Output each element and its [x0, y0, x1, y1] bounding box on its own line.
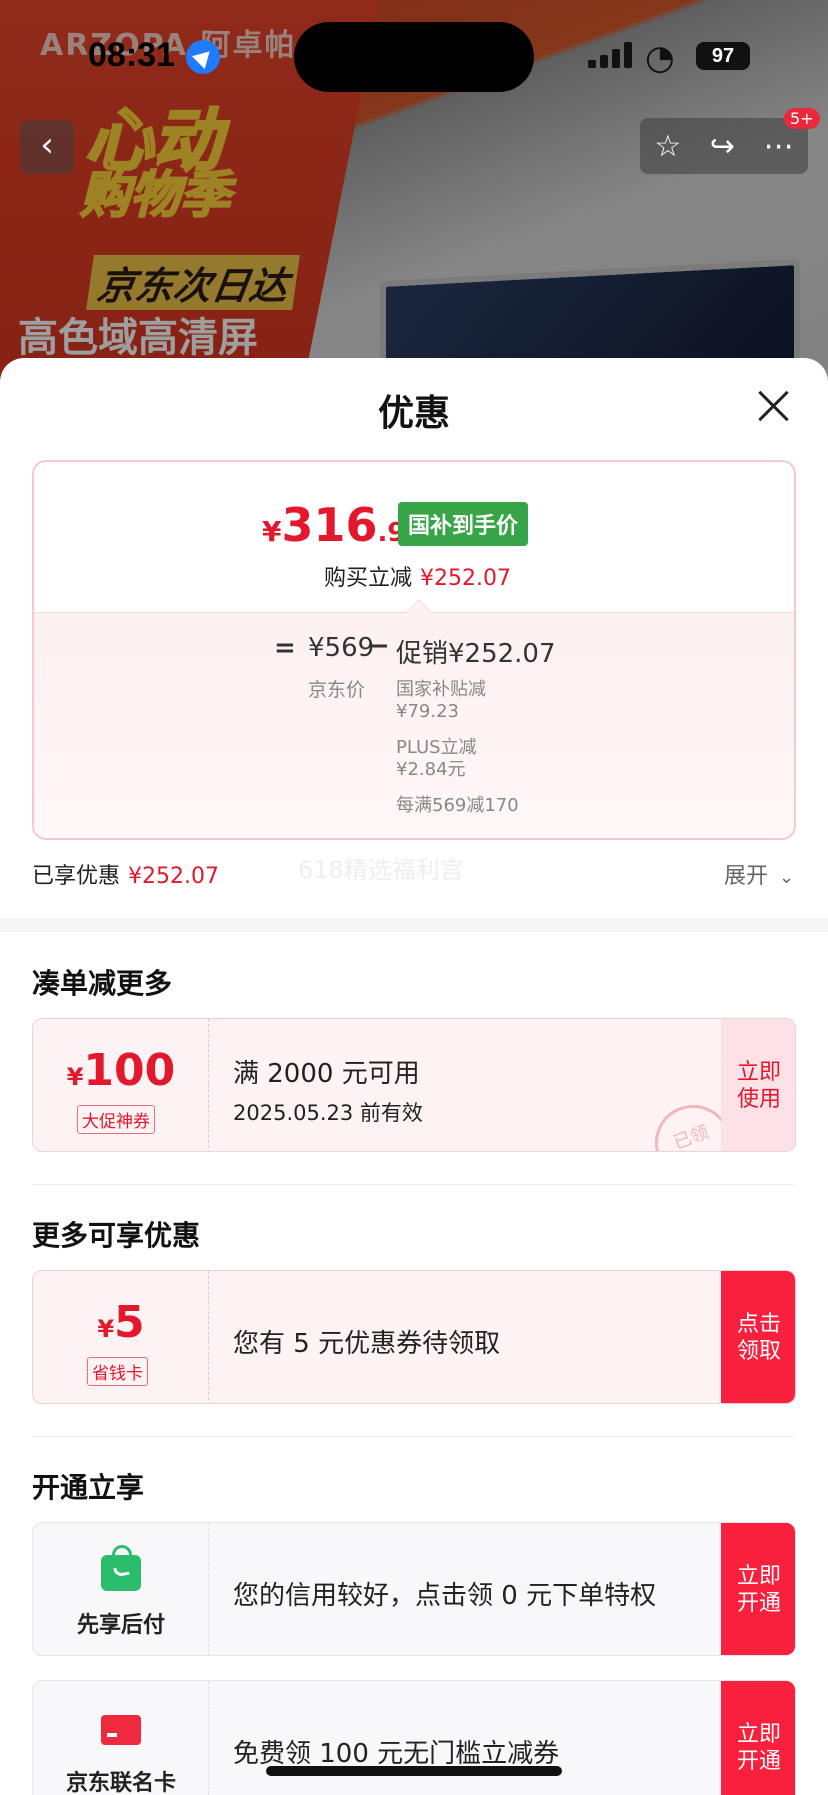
enjoyed-discount: 已享优惠 ¥252.07: [32, 858, 219, 890]
price-breakdown: = ¥569 京东价 − 促销¥252.07 国家补贴减 ¥79.23 PLUS…: [34, 599, 794, 838]
discount-sheet: 优惠 ¥316.93 国补到手价 购买立减¥252.07 = ¥569 京东价 …: [0, 358, 828, 1795]
instant-discount-line: 购买立减 ¥252.07: [324, 560, 511, 592]
open-card-pay-later: 先享后付 您的信用较好，点击领 0 元下单特权 立即 开通: [32, 1522, 796, 1656]
detail-full-reduction: 每满569减170: [396, 795, 519, 817]
coupon-amount: ¥5: [33, 1297, 209, 1348]
equals-sign: =: [274, 633, 296, 663]
close-icon[interactable]: [756, 388, 792, 424]
divider: [32, 1436, 796, 1437]
detail-plus-discount: PLUS立减 ¥2.84元: [396, 737, 477, 781]
divider: [32, 1184, 796, 1185]
location-icon: [186, 40, 220, 74]
open-card-co-branded: 京东联名卡 免费领 100 元无门槛立减券 立即 开通: [32, 1680, 796, 1795]
section-divider: [0, 918, 828, 932]
chevron-down-icon: ⌄: [779, 867, 795, 888]
chevron-left-icon: ‹: [40, 125, 54, 165]
detail-name: 每满569减170: [396, 795, 519, 816]
use-now-button[interactable]: 立即 使用: [721, 1019, 795, 1151]
jd-price: ¥569: [308, 633, 375, 663]
coupon-card-5: ¥5 省钱卡 您有 5 元优惠券待领取 点击 领取: [32, 1270, 796, 1404]
coupon-type-tag: 大促神券: [77, 1105, 155, 1134]
service-area: 京东联名卡: [33, 1681, 209, 1795]
service-label: 京东联名卡: [65, 1771, 176, 1795]
share-icon[interactable]: ↪: [710, 129, 735, 164]
currency-symbol: ¥: [66, 1063, 84, 1091]
coupon-condition: 满 2000 元可用: [233, 1059, 420, 1089]
coupon-value-area: ¥100 大促神券: [33, 1019, 209, 1151]
claim-button[interactable]: 点击 领取: [721, 1271, 795, 1403]
service-description: 免费领 100 元无门槛立减券: [233, 1739, 560, 1769]
activate-button[interactable]: 立即 开通: [721, 1523, 795, 1655]
minus-sign: −: [368, 631, 390, 661]
star-icon[interactable]: ☆: [654, 129, 681, 164]
credit-card-icon: [101, 1709, 141, 1749]
nav-actions: ☆ ↪ ⋯: [640, 118, 808, 174]
enjoyed-label: 已享优惠: [32, 864, 121, 889]
expand-label: 展开: [724, 864, 769, 889]
section-title-open: 开通立享: [32, 1471, 145, 1504]
instant-discount-label: 购买立减: [324, 566, 413, 591]
watermark-text: 618精选福利宫: [298, 856, 464, 884]
coupon-value: 5: [114, 1297, 145, 1348]
service-area: 先享后付: [33, 1523, 209, 1655]
currency-symbol: ¥: [262, 515, 282, 548]
section-title-combine: 凑单减更多: [32, 967, 173, 1000]
wifi-icon: ◔: [645, 38, 675, 78]
final-price-area: ¥316.93 国补到手价 购买立减¥252.07: [34, 462, 794, 612]
instant-discount-amount: ¥252.07: [420, 566, 511, 591]
service-label: 先享后付: [76, 1613, 165, 1638]
battery-icon: 97: [696, 42, 750, 70]
expand-button[interactable]: 展开 ⌄: [724, 858, 794, 890]
sheet-title: 优惠: [377, 393, 450, 434]
detail-name: PLUS立减: [396, 737, 477, 758]
shopping-bag-icon: [101, 1545, 141, 1591]
subsidy-price-tag: 国补到手价: [398, 502, 529, 546]
detail-value: ¥2.84元: [396, 759, 466, 780]
coupon-expiry: 2025.05.23 前有效: [233, 1101, 423, 1125]
coupon-info: 满 2000 元可用 2025.05.23 前有效: [233, 1019, 633, 1151]
status-bar: 08:31 ◔ 97: [0, 0, 828, 100]
back-button[interactable]: ‹: [20, 120, 74, 174]
dynamic-island: [294, 22, 534, 92]
jd-price-label: 京东价: [308, 679, 366, 701]
coupon-description: 您有 5 元优惠券待领取: [233, 1329, 501, 1359]
more-icon[interactable]: ⋯: [764, 129, 794, 164]
coupon-type-tag: 省钱卡: [87, 1357, 148, 1386]
coupon-info: 您有 5 元优惠券待领取: [233, 1271, 633, 1403]
detail-national-subsidy: 国家补贴减 ¥79.23: [396, 679, 486, 723]
currency-symbol: ¥: [97, 1315, 115, 1343]
detail-name: 国家补贴减: [396, 679, 486, 700]
status-time: 08:31: [88, 36, 175, 74]
service-description: 您的信用较好，点击领 0 元下单特权: [233, 1581, 657, 1611]
coupon-value-area: ¥5 省钱卡: [33, 1271, 209, 1403]
home-indicator[interactable]: [266, 1766, 562, 1776]
message-badge: 5+: [784, 108, 820, 129]
price-summary-card: ¥316.93 国补到手价 购买立减¥252.07 = ¥569 京东价 − 促…: [32, 460, 796, 840]
promo-total: 促销¥252.07: [396, 639, 556, 669]
coupon-card-100: ¥100 大促神券 满 2000 元可用 2025.05.23 前有效 已领 立…: [32, 1018, 796, 1152]
signal-icon: [588, 42, 632, 68]
activate-button[interactable]: 立即 开通: [721, 1681, 795, 1795]
section-title-more: 更多可享优惠: [32, 1219, 201, 1252]
detail-value: ¥79.23: [396, 701, 459, 722]
coupon-value: 100: [83, 1045, 176, 1096]
coupon-amount: ¥100: [33, 1045, 209, 1096]
enjoyed-amount: ¥252.07: [128, 864, 219, 889]
price-integer: 316: [281, 498, 378, 552]
